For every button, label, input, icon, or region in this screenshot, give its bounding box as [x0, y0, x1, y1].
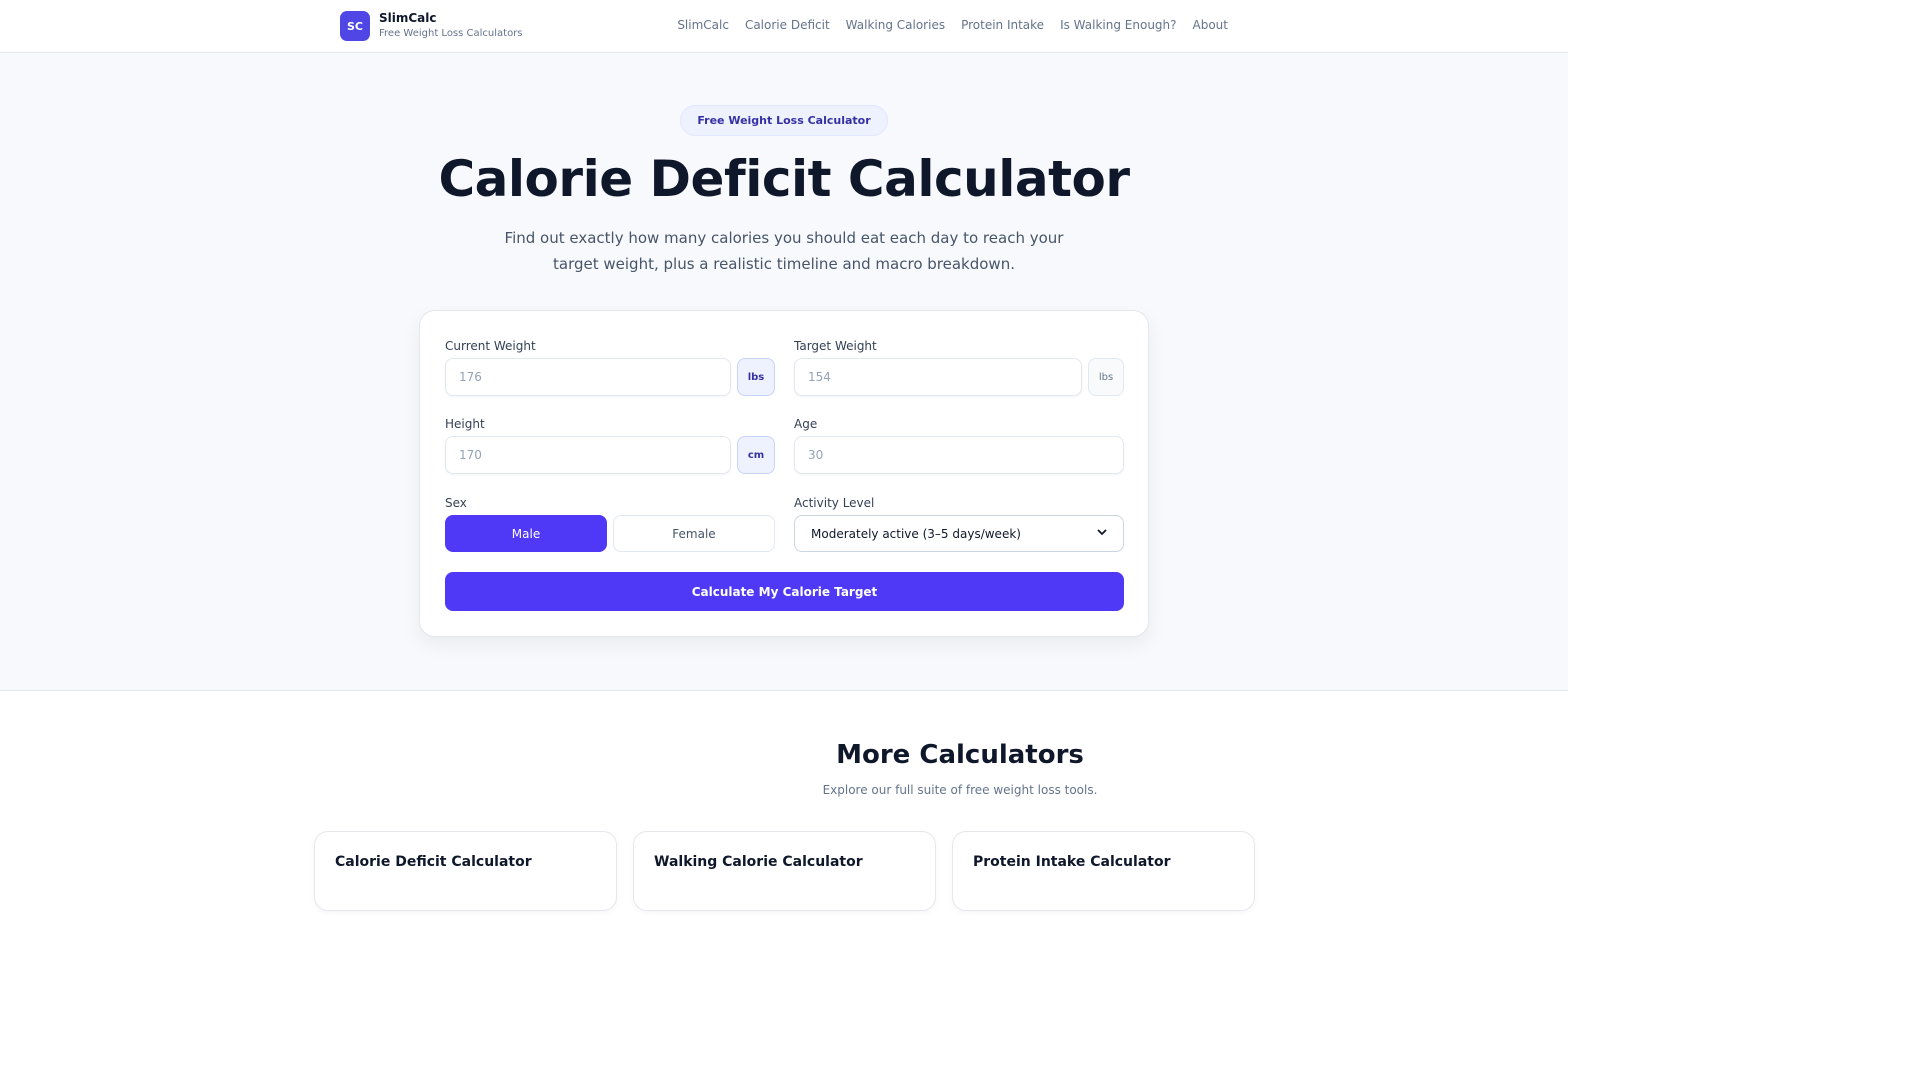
target-weight-label: Target Weight [794, 339, 877, 353]
current-weight-unit-toggle[interactable]: lbs [737, 358, 775, 396]
activity-level-value: Moderately active (3–5 days/week) [811, 526, 1021, 541]
activity-level-select[interactable]: Moderately active (3–5 days/week) [794, 515, 1124, 552]
brand[interactable]: SC SlimCalc Free Weight Loss Calculators [340, 11, 523, 41]
more-calculators-title: More Calculators [836, 740, 1084, 770]
nav-link-calorie-deficit[interactable]: Calorie Deficit [745, 18, 830, 32]
sex-female-button[interactable]: Female [613, 515, 775, 552]
chevron-down-icon [1097, 528, 1107, 539]
site-header: SC SlimCalc Free Weight Loss Calculators… [0, 0, 1568, 53]
height-unit-toggle[interactable]: cm [737, 436, 775, 474]
nav-link-is-walking-enough[interactable]: Is Walking Enough? [1060, 18, 1176, 32]
hero-subtitle: Find out exactly how many calories you s… [504, 229, 1064, 273]
calculator-card-title: Protein Intake Calculator [973, 854, 1171, 870]
current-weight-label: Current Weight [445, 339, 536, 353]
nav-link-slimcalc[interactable]: SlimCalc [677, 18, 729, 32]
page-title: Calorie Deficit Calculator [438, 150, 1130, 208]
hero-section: Free Weight Loss Calculator Calorie Defi… [0, 53, 1568, 691]
calculator-card: Current Weight lbs Target Weight lbs Hei… [419, 310, 1149, 637]
target-weight-input[interactable] [794, 358, 1082, 396]
logo-icon[interactable]: SC [340, 11, 370, 41]
hero-badge: Free Weight Loss Calculator [680, 105, 888, 136]
age-label: Age [794, 417, 818, 431]
age-input[interactable] [794, 436, 1124, 474]
current-weight-input[interactable] [445, 358, 731, 396]
calculator-card-title: Calorie Deficit Calculator [335, 854, 532, 870]
height-label: Height [445, 417, 485, 431]
nav-link-walking-calories[interactable]: Walking Calories [846, 18, 945, 32]
brand-tagline: Free Weight Loss Calculators [379, 28, 523, 39]
calculator-card-title: Walking Calorie Calculator [654, 854, 863, 870]
calculator-card-walking-calorie[interactable]: Walking Calorie Calculator [633, 831, 936, 911]
more-calculators-subtitle: Explore our full suite of free weight lo… [822, 783, 1098, 797]
sex-label: Sex [445, 496, 467, 510]
target-weight-unit: lbs [1088, 358, 1124, 396]
height-input[interactable] [445, 436, 731, 474]
calculator-card-calorie-deficit[interactable]: Calorie Deficit Calculator [314, 831, 617, 911]
nav-link-protein-intake[interactable]: Protein Intake [961, 18, 1044, 32]
activity-level-label: Activity Level [794, 496, 875, 510]
calculate-button[interactable]: Calculate My Calorie Target [445, 572, 1124, 611]
brand-name[interactable]: SlimCalc [379, 11, 523, 26]
brand-text: SlimCalc Free Weight Loss Calculators [379, 11, 523, 41]
nav-link-about[interactable]: About [1193, 18, 1228, 32]
main-nav: SlimCalc Calorie Deficit Walking Calorie… [677, 18, 1228, 32]
calculator-card-protein-intake[interactable]: Protein Intake Calculator [952, 831, 1255, 911]
sex-male-button[interactable]: Male [445, 515, 607, 552]
